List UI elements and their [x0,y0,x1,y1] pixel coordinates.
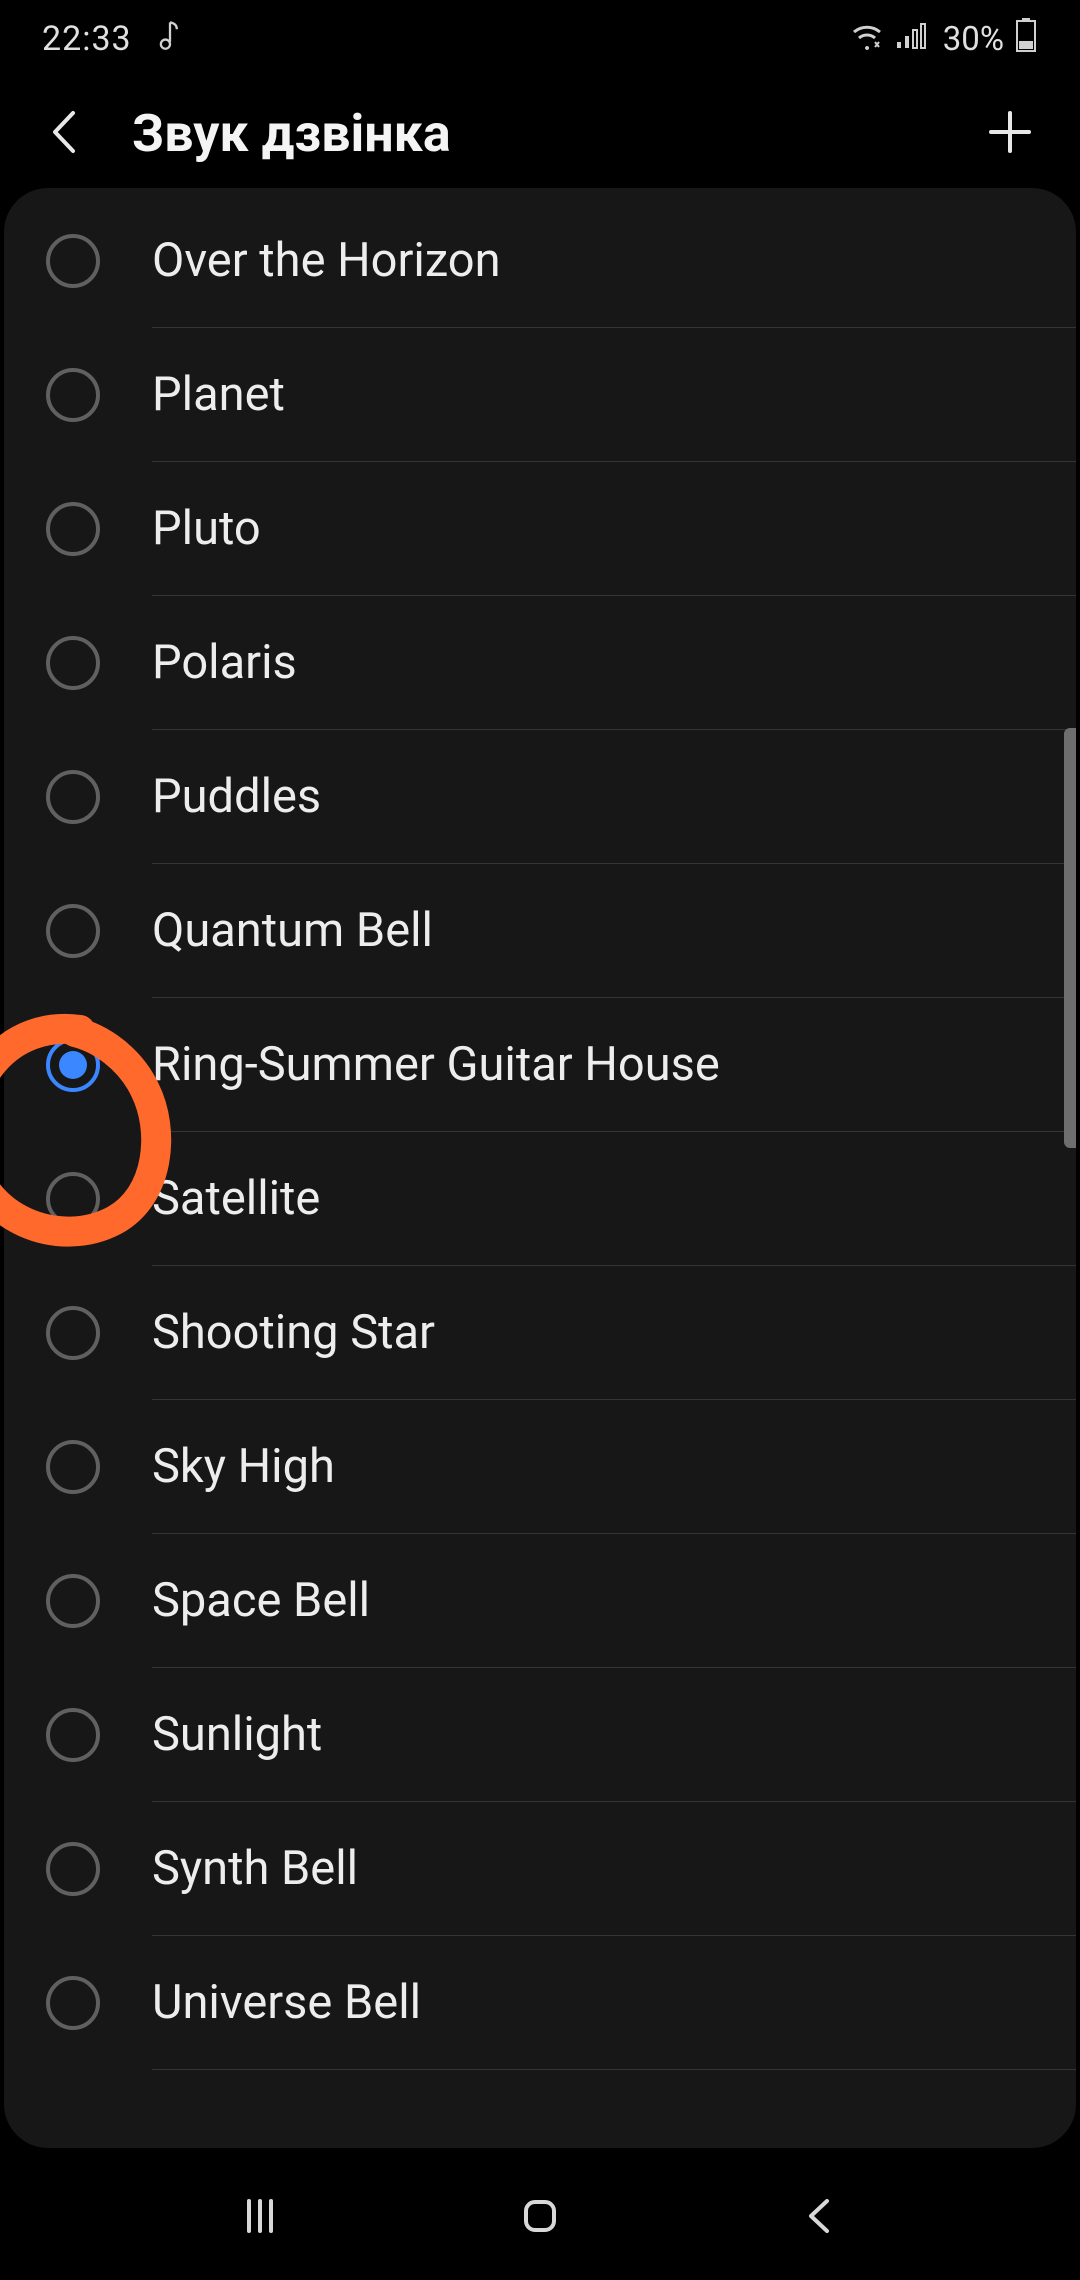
radio-button[interactable] [46,1574,100,1628]
add-button[interactable] [980,103,1040,163]
radio-button[interactable] [46,1708,100,1762]
ringtone-label: Sunlight [152,1707,322,1762]
ringtone-label-wrap: Puddles [152,730,1076,864]
ringtone-label-wrap: Sunlight [152,1668,1076,1802]
chevron-left-icon [47,107,81,160]
ringtone-label: Pluto [152,501,261,556]
app-header: Звук дзвінка [0,78,1080,188]
back-button[interactable] [34,103,94,163]
ringtone-label: Polaris [152,635,297,690]
ringtone-label: Satellite [152,1171,320,1226]
ringtone-list[interactable]: Over the Horizon Planet Pluto Polaris Puddle… [4,194,1076,2070]
battery-percent: 30% [943,20,1004,59]
ringtone-label: Over the Horizon [152,233,501,288]
ringtone-item[interactable]: Sky High [46,1400,1076,1534]
ringtone-label-wrap: Sky High [152,1400,1076,1534]
radio-button[interactable] [46,1976,100,2030]
radio-button[interactable] [46,368,100,422]
ringtone-item[interactable]: Pluto [46,462,1076,596]
ringtone-item[interactable]: Puddles [46,730,1076,864]
radio-button[interactable] [46,1306,100,1360]
radio-button[interactable] [46,770,100,824]
ringtone-label-wrap: Space Bell [152,1534,1076,1668]
status-left: 22:33 [42,19,184,60]
ringtone-item[interactable]: Satellite [46,1132,1076,1266]
ringtone-label-wrap: Over the Horizon [152,194,1076,328]
ringtone-list-panel: Over the Horizon Planet Pluto Polaris Puddle… [4,188,1076,2148]
radio-button[interactable] [46,502,100,556]
radio-button[interactable] [46,1440,100,1494]
ringtone-label-wrap: Polaris [152,596,1076,730]
battery-icon [1014,18,1038,61]
radio-button[interactable] [46,1172,100,1226]
status-time: 22:33 [42,19,132,59]
wifi-icon [849,19,885,59]
ringtone-label-wrap: Universe Bell [152,1936,1076,2070]
ringtone-label-wrap: Satellite [152,1132,1076,1266]
ringtone-label-wrap: Ring-Summer Guitar House [152,998,1076,1132]
ringtone-label-wrap: Shooting Star [152,1266,1076,1400]
ringtone-label: Puddles [152,769,321,824]
status-right: 30% [849,18,1038,61]
ringtone-item[interactable]: Space Bell [46,1534,1076,1668]
nav-recents-button[interactable] [210,2187,310,2247]
ringtone-label: Sky High [152,1439,335,1494]
ringtone-label: Synth Bell [152,1841,358,1896]
music-note-icon [156,19,184,60]
ringtone-item[interactable]: Polaris [46,596,1076,730]
plus-icon [985,107,1035,160]
ringtone-label: Ring-Summer Guitar House [152,1037,720,1092]
status-bar: 22:33 30% [0,0,1080,78]
ringtone-item[interactable]: Over the Horizon [46,194,1076,328]
ringtone-item[interactable]: Shooting Star [46,1266,1076,1400]
ringtone-label: Quantum Bell [152,903,433,958]
ringtone-item[interactable]: Planet [46,328,1076,462]
radio-button[interactable] [46,234,100,288]
ringtone-label: Universe Bell [152,1975,421,2030]
ringtone-item[interactable]: Ring-Summer Guitar House [46,998,1076,1132]
ringtone-item[interactable]: Universe Bell [46,1936,1076,2070]
radio-button[interactable] [46,636,100,690]
ringtone-item[interactable]: Quantum Bell [46,864,1076,998]
radio-button[interactable] [46,1038,100,1092]
ringtone-label-wrap: Synth Bell [152,1802,1076,1936]
ringtone-item[interactable]: Synth Bell [46,1802,1076,1936]
ringtone-label-wrap: Planet [152,328,1076,462]
radio-button[interactable] [46,904,100,958]
home-icon [519,2195,561,2240]
recents-icon [239,2195,281,2240]
radio-button[interactable] [46,1842,100,1896]
page-title: Звук дзвінка [132,103,942,164]
android-nav-bar [0,2154,1080,2280]
ringtone-item[interactable]: Sunlight [46,1668,1076,1802]
ringtone-label: Shooting Star [152,1305,435,1360]
cell-signal-icon [895,19,927,59]
nav-back-button[interactable] [770,2187,870,2247]
nav-home-button[interactable] [490,2187,590,2247]
scrollbar-thumb[interactable] [1064,728,1076,1148]
back-icon [799,2195,841,2240]
ringtone-label-wrap: Quantum Bell [152,864,1076,998]
ringtone-label: Planet [152,367,285,422]
ringtone-label-wrap: Pluto [152,462,1076,596]
ringtone-label: Space Bell [152,1573,370,1628]
